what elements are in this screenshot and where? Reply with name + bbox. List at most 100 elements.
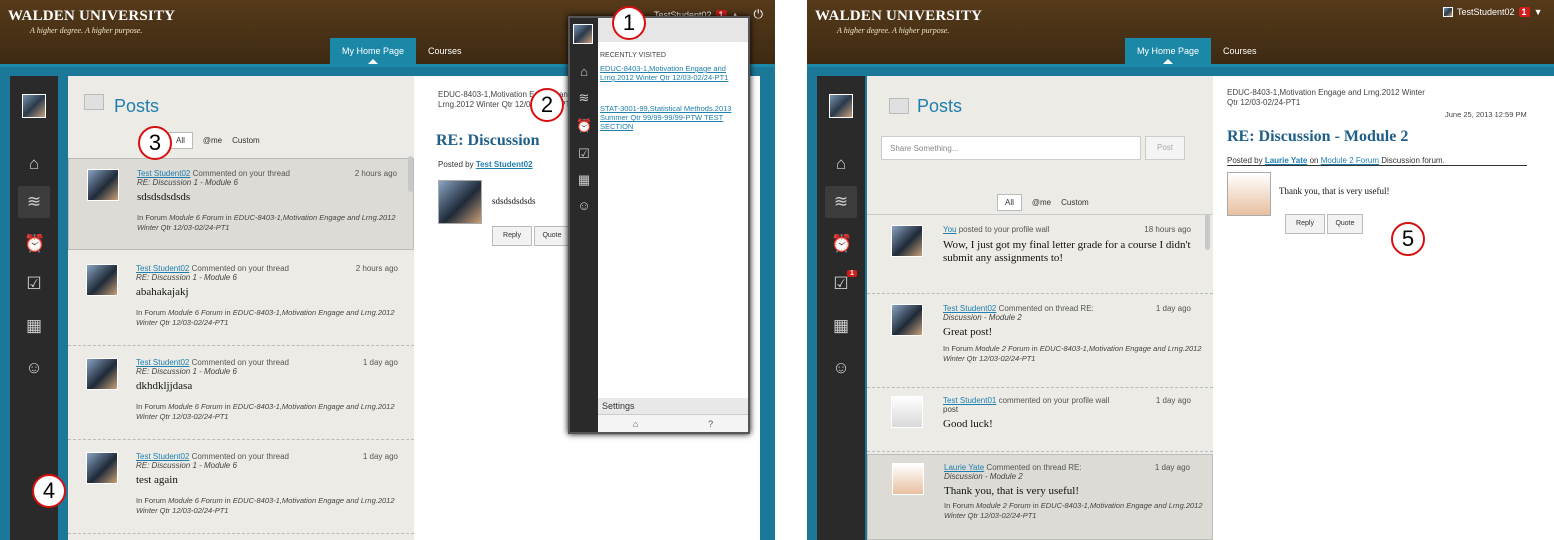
tab-courses[interactable]: Courses: [416, 38, 474, 64]
tab-courses[interactable]: Courses: [1211, 38, 1269, 64]
notification-badge[interactable]: 1: [1518, 7, 1530, 17]
logo-title: WALDEN UNIVERSITY: [8, 8, 176, 24]
author-avatar: [891, 304, 923, 336]
author-link[interactable]: Laurie Yate: [944, 463, 984, 472]
people-icon[interactable]: ☺: [831, 358, 851, 378]
profile-avatar[interactable]: [829, 94, 853, 118]
posts-panel: Posts Share Something... Post All @me Cu…: [867, 76, 1213, 540]
post-item[interactable]: Test Student02 Commented on your thread …: [68, 348, 414, 440]
people-icon[interactable]: ☺: [576, 198, 592, 213]
people-icon[interactable]: ☺: [24, 358, 44, 378]
filter-me[interactable]: @me: [203, 136, 222, 145]
profile-avatar[interactable]: [573, 24, 593, 44]
logo-tagline: A higher degree. A higher purpose.: [837, 26, 950, 35]
home-icon[interactable]: ⌂: [831, 154, 851, 174]
post-time: 1 day ago: [1155, 396, 1191, 405]
callout-marker: 2: [530, 88, 564, 122]
grades-icon[interactable]: ☑: [576, 146, 592, 162]
recent-course-link[interactable]: STAT-3001-99,Statistical Methods.2013 Su…: [600, 104, 746, 131]
recent-course-link[interactable]: EDUC-8403-1,Motivation Engage and Lrng.2…: [600, 64, 746, 82]
forum-link[interactable]: Module 2 Forum: [1321, 156, 1379, 165]
post-text: sdsdsdsdsds: [137, 191, 191, 203]
post-forum: In Forum Module 6 Forum in EDUC-8403-1,M…: [137, 213, 396, 232]
post-time: 1 day ago: [1155, 304, 1191, 313]
post-item[interactable]: You posted to your profile wall 18 hours…: [867, 214, 1213, 294]
calendar-icon[interactable]: ▦: [831, 316, 851, 336]
alarm-clock-icon[interactable]: ⏰: [831, 234, 852, 254]
scrollbar[interactable]: [408, 156, 413, 192]
author-avatar: [1227, 172, 1271, 216]
flyout-settings[interactable]: Settings: [598, 398, 748, 414]
filter-custom[interactable]: Custom: [232, 136, 260, 145]
posts-header-icon: [889, 98, 909, 114]
share-input[interactable]: Share Something...: [881, 136, 1141, 160]
reply-button[interactable]: Reply: [492, 226, 532, 246]
caret-down-icon[interactable]: ▼: [1534, 7, 1543, 17]
scrollbar[interactable]: [1205, 214, 1210, 250]
post-item[interactable]: Laurie Yate Commented on thread RE: 1 da…: [867, 454, 1213, 540]
author-link[interactable]: Test Student01: [943, 396, 996, 405]
grades-icon[interactable]: ☑: [831, 274, 851, 294]
post-action: Commented on thread RE:: [998, 304, 1094, 313]
filter-custom[interactable]: Custom: [1061, 198, 1089, 207]
post-item[interactable]: Test Student02 Commented on your thread …: [68, 158, 414, 250]
left-screenshot: WALDEN UNIVERSITY A higher degree. A hig…: [0, 0, 775, 540]
thread-title[interactable]: RE: Discussion - Module 2: [1227, 128, 1408, 146]
posts-icon[interactable]: ≋: [576, 90, 592, 106]
author-link[interactable]: Test Student02: [476, 160, 533, 169]
filter-me[interactable]: @me: [1032, 198, 1051, 207]
post-text: Thank you, that is very useful!: [944, 485, 1080, 497]
alarm-clock-icon[interactable]: ⏰: [24, 234, 45, 254]
author-link[interactable]: Test Student02: [136, 264, 189, 273]
home-icon[interactable]: ⌂: [633, 419, 638, 429]
posts-icon[interactable]: ≋: [831, 192, 851, 212]
post-action: posted to your profile wall: [958, 225, 1050, 234]
reply-button[interactable]: Reply: [1285, 214, 1325, 234]
post-item[interactable]: Test Student02 Commented on your thread …: [68, 254, 414, 346]
user-menu[interactable]: TestStudent02 1 ▼: [1443, 7, 1542, 17]
alarm-clock-icon[interactable]: ⏰: [576, 118, 592, 134]
calendar-icon[interactable]: ▦: [24, 316, 44, 336]
filter-all[interactable]: All: [997, 194, 1022, 211]
grades-icon[interactable]: ☑: [24, 274, 44, 294]
post-item[interactable]: Test Student01 commented on your profile…: [867, 388, 1213, 452]
post-text: abahakajakj: [136, 286, 189, 298]
post-subject: Discussion - Module 2: [944, 472, 1023, 481]
help-icon[interactable]: ?: [708, 419, 713, 429]
profile-avatar[interactable]: [22, 94, 46, 118]
posts-header-icon: [84, 94, 104, 110]
recently-visited-header: RECENTLY VISITED: [600, 52, 666, 59]
post-subject: post: [943, 405, 959, 414]
home-icon[interactable]: ⌂: [24, 154, 44, 174]
author-link[interactable]: Test Student02: [136, 452, 189, 461]
main-nav: My Home Page Courses: [1125, 38, 1269, 64]
top-bar: WALDEN UNIVERSITY A higher degree. A hig…: [807, 0, 1554, 64]
quote-button[interactable]: Quote: [1327, 214, 1363, 234]
tab-my-home-page[interactable]: My Home Page: [330, 38, 417, 64]
user-name: TestStudent02: [1457, 7, 1515, 17]
author-link[interactable]: Test Student02: [137, 169, 190, 178]
quote-button[interactable]: Quote: [534, 226, 570, 246]
posts-icon[interactable]: ≋: [24, 192, 44, 212]
post-filters: All @me Custom: [997, 194, 1089, 211]
power-icon[interactable]: ⏻: [753, 7, 763, 22]
post-subject: RE: Discussion 1 - Module 6: [137, 178, 238, 187]
author-link[interactable]: Test Student02: [943, 304, 996, 313]
home-icon[interactable]: ⌂: [576, 64, 592, 79]
main-nav: My Home Page Courses: [330, 38, 474, 64]
post-time: 1 day ago: [1154, 463, 1190, 472]
post-action: Commented on thread RE:: [986, 463, 1082, 472]
post-text: dkhdkljjdasa: [136, 380, 193, 392]
post-time: 2 hours ago: [355, 264, 398, 273]
logo-tagline: A higher degree. A higher purpose.: [30, 26, 143, 35]
thread-title[interactable]: RE: Discussion: [436, 132, 540, 150]
tab-my-home-page[interactable]: My Home Page: [1125, 38, 1212, 64]
post-item[interactable]: Test Student02 Commented on your thread …: [68, 442, 414, 534]
author-link[interactable]: Laurie Yate: [1265, 156, 1308, 165]
post-subject: RE: Discussion 1 - Module 6: [136, 367, 237, 376]
calendar-icon[interactable]: ▦: [576, 172, 592, 188]
author-link[interactable]: Test Student02: [136, 358, 189, 367]
author-link[interactable]: You: [943, 225, 957, 234]
post-button[interactable]: Post: [1145, 136, 1185, 160]
post-item[interactable]: Test Student02 Commented on thread RE: 1…: [867, 296, 1213, 388]
